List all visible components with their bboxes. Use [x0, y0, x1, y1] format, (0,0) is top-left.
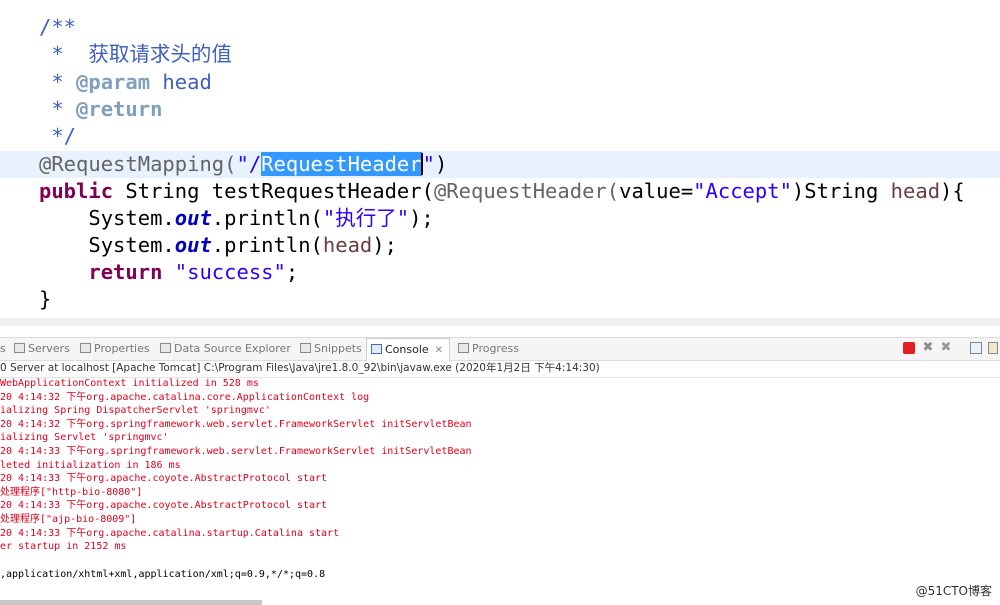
javadoc-return-tag: @return [76, 97, 163, 121]
annotation-requestheader: @RequestHeader( [433, 179, 620, 203]
console-icon [371, 344, 382, 354]
console-line: 20 4:14:33 下午org.springframework.web.ser… [0, 446, 472, 457]
annotation-requestmapping: @RequestMapping( [39, 152, 237, 176]
tab-snippets[interactable]: Snippets [300, 338, 362, 360]
watermark: @51CTO博客 [915, 584, 992, 598]
console-line: er startup in 2152 ms [0, 541, 127, 553]
console-line: 20 4:14:33 下午org.apache.catalina.startup… [0, 527, 340, 539]
println-call: .println( [211, 233, 323, 257]
console-line: WebApplicationContext initialized in 528… [0, 378, 259, 389]
string-executed: "执行了" [322, 206, 410, 230]
code-line-4: * @return [0, 96, 1000, 123]
tab-properties[interactable]: Properties [80, 338, 150, 360]
tab-label: Console [385, 343, 429, 356]
console-output-line: ,application/xhtml+xml,application/xml;q… [0, 568, 326, 580]
console-line: 20 4:14:33 下午org.apache.coyote.AbstractP… [0, 473, 328, 485]
servers-icon [14, 343, 25, 353]
remove-launch-icon[interactable]: ✖ [922, 341, 934, 354]
console-line: 20 4:14:32 下午org.springframework.web.ser… [0, 418, 472, 430]
code-line-9: System.out.println(head); [0, 232, 1000, 259]
javadoc-open: /** [39, 15, 77, 39]
string-success: "success" [174, 260, 286, 284]
tab-servers[interactable]: Servers [14, 338, 70, 360]
javadoc-param-tag: @param [76, 70, 151, 94]
tab-progress[interactable]: Progress [458, 338, 519, 360]
keyword-return: return [39, 260, 163, 284]
console-line: 处理程序["ajp-bio-8009"] [0, 514, 137, 525]
code-line-5: */ [0, 123, 1000, 150]
console-line: 处理程序["http-bio-8080"] [0, 486, 143, 498]
string-open: "/ [236, 152, 262, 176]
scroll-lock-icon[interactable] [970, 342, 982, 354]
views-tab-bar: s Servers Properties Data Source Explore… [0, 337, 1000, 361]
keyword-public: public [39, 179, 114, 203]
javadoc-star: * [39, 70, 77, 94]
field-out: out [174, 206, 212, 230]
console-line: 20 4:14:33 下午org.apache.coyote.AbstractP… [0, 500, 328, 512]
progress-icon [458, 343, 469, 353]
remove-all-terminated-icon[interactable]: ✖ [940, 341, 952, 354]
statement-end: ; [285, 260, 299, 284]
param-head: head [890, 179, 941, 203]
attribute-name: value= [619, 179, 694, 203]
selected-text: RequestHeader [261, 152, 422, 176]
editor-horizontal-scrollbar[interactable] [0, 318, 1000, 326]
console-horizontal-scrollbar[interactable] [0, 600, 262, 605]
javadoc-close: */ [39, 124, 77, 148]
console-line: leted initialization in 186 ms [0, 459, 181, 471]
tab-label: Snippets [314, 342, 362, 355]
string-close: " [422, 152, 435, 176]
code-line-2: * 获取请求头的值 [0, 41, 1000, 68]
data-source-explorer-icon [160, 343, 171, 353]
tab-partial[interactable]: s [0, 338, 6, 360]
tab-console[interactable]: Console ✕ [366, 338, 451, 361]
field-out: out [174, 233, 212, 257]
string-accept: "Accept" [693, 179, 792, 203]
console-line: 20 4:14:32 下午org.apache.catalina.core.Ap… [0, 391, 370, 403]
statement-end: ); [372, 233, 397, 257]
javadoc-param-name: head [150, 70, 212, 94]
var-head: head [322, 233, 373, 257]
snippets-icon [300, 343, 311, 353]
code-line-3: * @param head [0, 69, 1000, 96]
code-line-11: } [0, 286, 1000, 313]
system-ref: System. [39, 233, 175, 257]
system-ref: System. [39, 206, 175, 230]
javadoc-text: * 获取请求头的值 [39, 42, 232, 66]
brace-open: ){ [940, 179, 965, 203]
code-editor[interactable]: /** * 获取请求头的值 * @param head * @return */… [0, 0, 1000, 326]
tab-label: Servers [28, 342, 70, 355]
tab-label: Properties [94, 342, 150, 355]
console-process-description: 0 Server at localhost [Apache Tomcat] C:… [0, 361, 1000, 378]
console-line: ializing Servlet 'springmvc' [0, 432, 169, 444]
code-line-7: public String testRequestHeader(@Request… [0, 178, 1000, 205]
close-icon[interactable]: ✕ [435, 345, 443, 356]
properties-icon [80, 343, 91, 353]
paren-close: ) [434, 152, 448, 176]
brace-close: } [39, 287, 52, 311]
code-line-8: System.out.println("执行了"); [0, 205, 1000, 232]
tab-label: s [0, 342, 6, 355]
code-line-1: /** [0, 14, 1000, 41]
tab-data-source-explorer[interactable]: Data Source Explorer [160, 338, 291, 360]
tab-label: Progress [472, 342, 519, 355]
println-call: .println( [211, 206, 323, 230]
statement-end: ); [409, 206, 434, 230]
pin-console-icon[interactable] [988, 342, 998, 354]
code-line-10: return "success"; [0, 259, 1000, 286]
tab-label: Data Source Explorer [174, 342, 291, 355]
javadoc-star: * [39, 97, 77, 121]
code-line-6: @RequestMapping("/RequestHeader") [0, 151, 1000, 178]
console-view[interactable]: 0 Server at localhost [Apache Tomcat] C:… [0, 361, 1000, 605]
param-type: )String [791, 179, 891, 203]
method-signature: String testRequestHeader( [113, 179, 434, 203]
terminate-icon[interactable] [903, 342, 915, 354]
console-line: ializing Spring DispatcherServlet 'sprin… [0, 405, 271, 417]
